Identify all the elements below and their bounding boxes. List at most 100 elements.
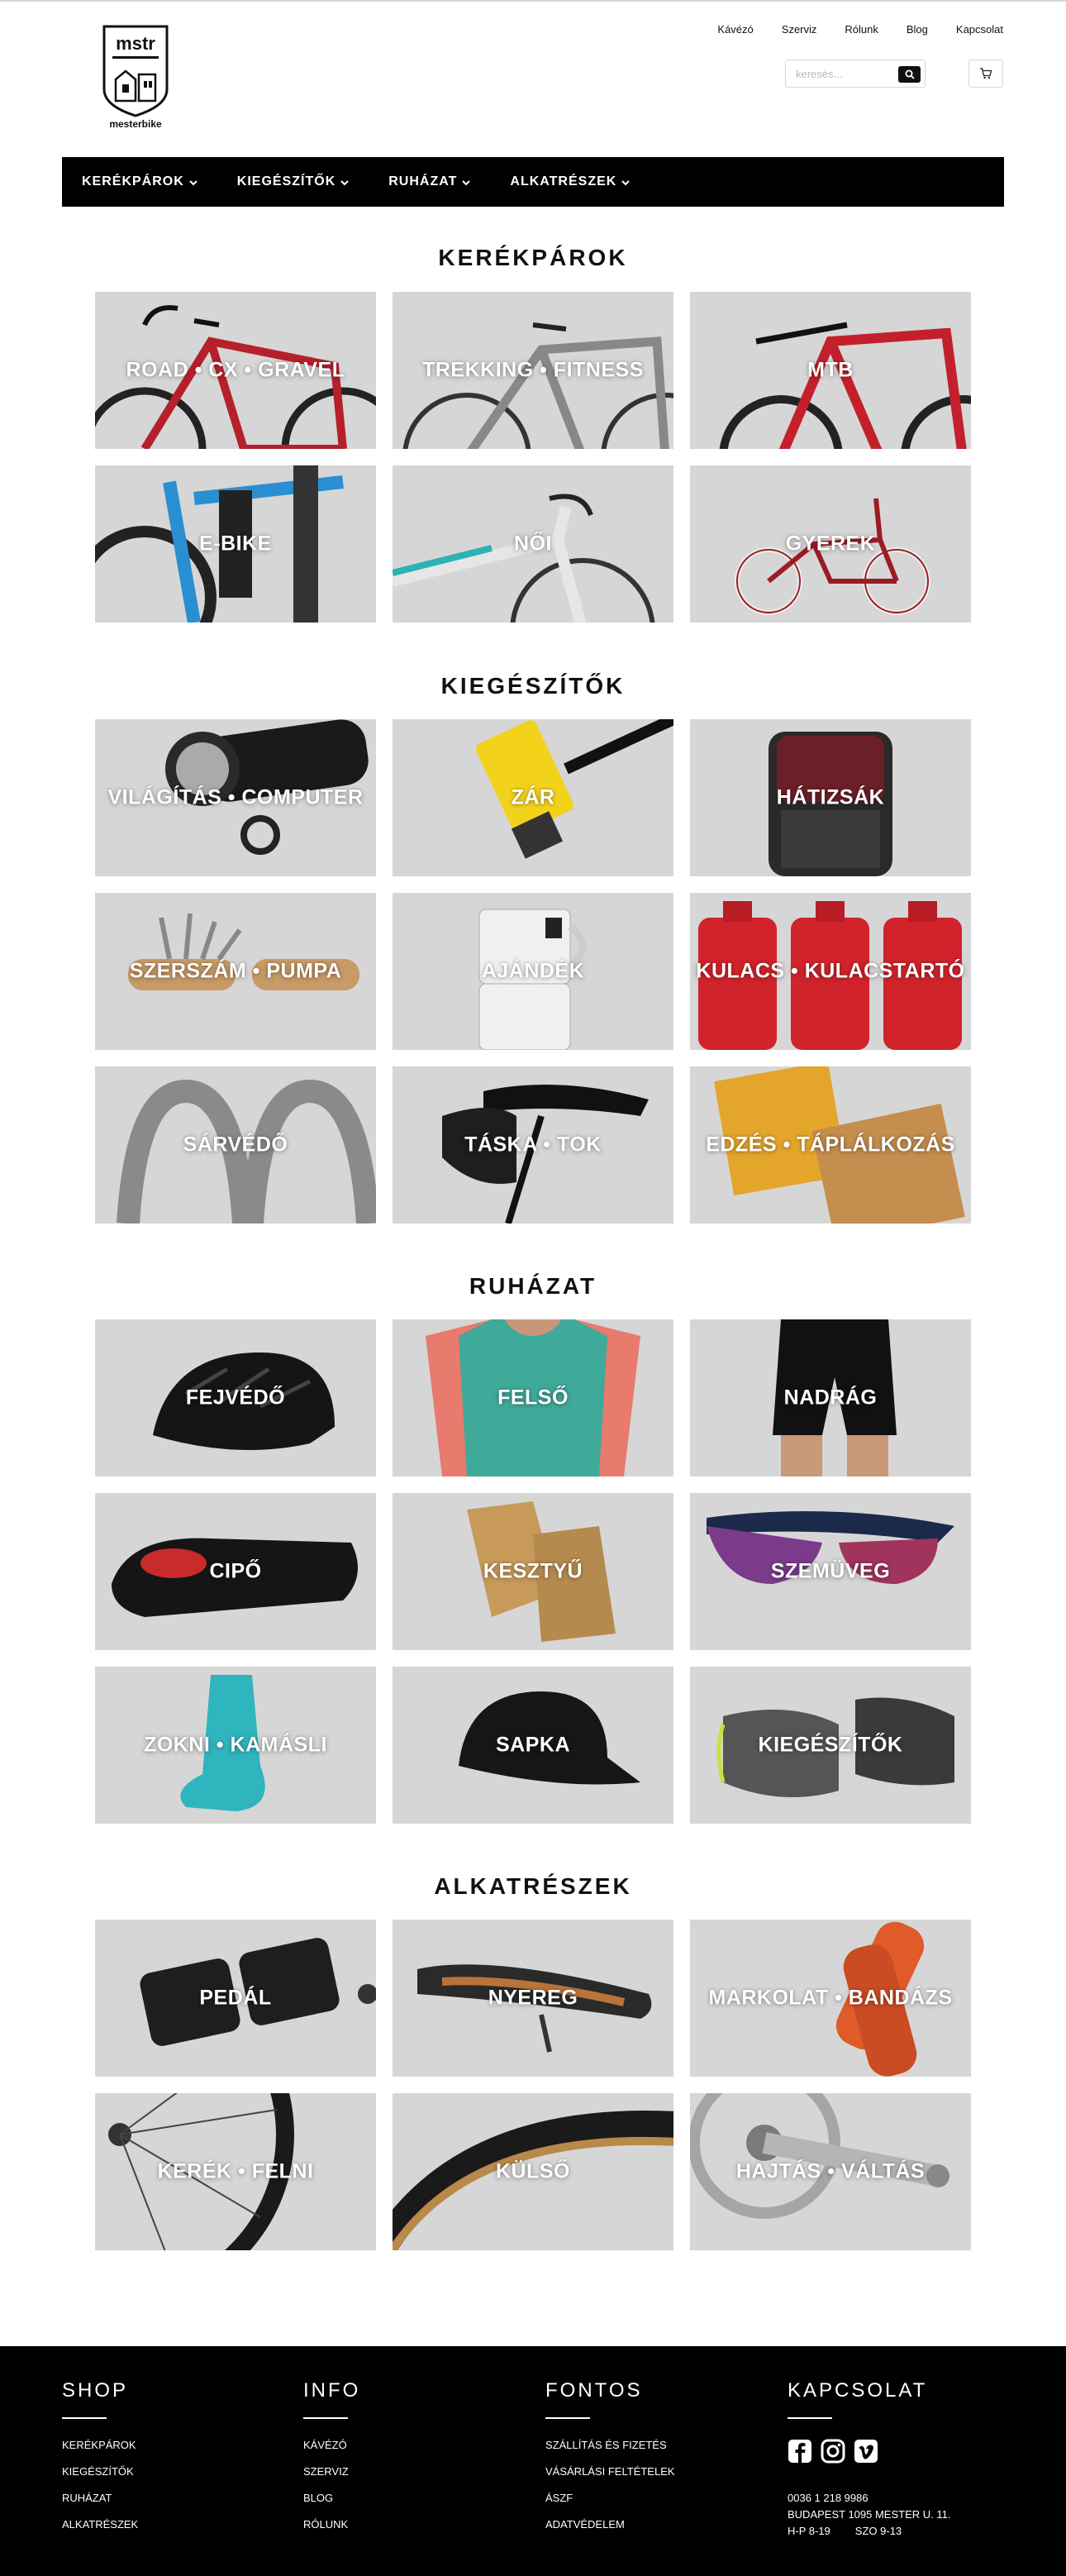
footer-link[interactable]: SZÁLLÍTÁS ÉS FIZETÉS [545,2439,760,2451]
category-tile-kiegeszitok-ruha[interactable]: KIEGÉSZÍTŐK [690,1667,971,1824]
category-tile-cipo[interactable]: CIPŐ [95,1493,376,1650]
category-grid-ruhazat: FEJVÉDŐ FELSŐ NADRÁG CIPŐ KESZTYŰ SZEMÜV… [95,1319,971,1824]
category-tile-noi[interactable]: NŐI [393,465,673,623]
category-tile-szemuveg[interactable]: SZEMÜVEG [690,1493,971,1650]
nav-item-kerekparok[interactable]: KERÉKPÁROK [82,174,197,189]
top-link-blog[interactable]: Blog [907,23,928,36]
tile-label: MARKOLAT • BANDÁZS [708,1986,953,2010]
category-tile-sarvedo[interactable]: SÁRVÉDŐ [95,1066,376,1224]
search-icon [905,69,915,79]
tile-label: ZOKNI • KAMÁSLI [144,1733,327,1757]
category-tile-kerek-felni[interactable]: KERÉK • FELNI [95,2093,376,2250]
category-tile-trekking-fitness[interactable]: TREKKING • FITNESS [393,292,673,449]
tile-label: AJÁNDÉK [481,959,585,983]
footer-link[interactable]: KERÉKPÁROK [62,2439,277,2451]
footer-link[interactable]: VÁSÁRLÁSI FELTÉTELEK [545,2465,760,2478]
category-tile-hajtas-valtas[interactable]: HAJTÁS • VÁLTÁS [690,2093,971,2250]
top-link-kapcsolat[interactable]: Kapcsolat [956,23,1003,36]
category-tile-taska-tok[interactable]: TÁSKA • TOK [393,1066,673,1224]
chevron-down-icon [340,179,349,185]
section-title-alkatreszek: ALKATRÉSZEK [434,1873,632,1899]
nav-item-kiegeszitok[interactable]: KIEGÉSZÍTŐK [237,174,349,189]
tile-label: KULACS • KULACSTARTÓ [696,959,965,983]
category-tile-hatizsak[interactable]: HÁTIZSÁK [690,719,971,876]
tile-label: HÁTIZSÁK [776,785,885,809]
top-link-rolunk[interactable]: Rólunk [845,23,878,36]
cart-button[interactable] [968,60,1003,88]
category-tile-kesztyu[interactable]: KESZTYŰ [393,1493,673,1650]
nav-item-label: RUHÁZAT [388,174,458,188]
contact-phone[interactable]: 0036 1 218 9986 [788,2490,1002,2507]
tile-label: KERÉK • FELNI [157,2159,314,2183]
footer-link[interactable]: RUHÁZAT [62,2492,277,2504]
tile-label: NADRÁG [783,1386,878,1410]
footer-link[interactable]: ALKATRÉSZEK [62,2518,277,2531]
footer-link[interactable]: SZERVIZ [303,2465,518,2478]
hours-weekday: H-P 8-19 [788,2525,830,2537]
footer-link[interactable]: ADATVÉDELEM [545,2518,760,2531]
footer-link[interactable]: KIEGÉSZÍTŐK [62,2465,277,2478]
tile-label: SAPKA [495,1733,570,1757]
top-link-szerviz[interactable]: Szerviz [782,23,817,36]
top-link-kavezo[interactable]: Kávézó [717,23,753,36]
social-links [788,2439,1002,2464]
section-title-ruhazat: RUHÁZAT [469,1273,597,1299]
category-grid-kiegeszitok: VILÁGÍTÁS • COMPUTER ZÁR HÁTIZSÁK SZERSZ… [95,719,971,1224]
category-tile-road-cx-gravel[interactable]: ROAD • CX • GRAVEL [95,292,376,449]
site-logo[interactable]: mstr mesterbike [101,25,170,132]
chevron-down-icon [462,179,471,185]
footer-col-kapcsolat: KAPCSOLAT 0036 1 218 9986 BUDAPEST 1095 … [788,2379,1002,2540]
footer-link[interactable]: RÓLUNK [303,2518,518,2531]
category-tile-vilagitas-computer[interactable]: VILÁGÍTÁS • COMPUTER [95,719,376,876]
nav-item-alkatreszek[interactable]: ALKATRÉSZEK [510,174,631,189]
footer-divider [545,2417,590,2419]
tile-label: SZERSZÁM • PUMPA [129,959,342,983]
nav-item-label: ALKATRÉSZEK [510,174,617,188]
category-tile-kulacs[interactable]: KULACS • KULACSTARTÓ [690,893,971,1050]
category-tile-felso[interactable]: FELSŐ [393,1319,673,1476]
tile-label: KIEGÉSZÍTŐK [758,1733,903,1757]
footer-heading: FONTOS [545,2379,643,2402]
category-tile-fejvedo[interactable]: FEJVÉDŐ [95,1319,376,1476]
instagram-icon[interactable] [821,2439,845,2464]
category-tile-sapka[interactable]: SAPKA [393,1667,673,1824]
tile-label: FEJVÉDŐ [185,1386,286,1410]
category-tile-nyereg[interactable]: NYEREG [393,1920,673,2077]
category-tile-e-bike[interactable]: E-BIKE [95,465,376,623]
category-tile-pedal[interactable]: PEDÁL [95,1920,376,2077]
category-tile-nadrag[interactable]: NADRÁG [690,1319,971,1476]
category-tile-zokni-kamasli[interactable]: ZOKNI • KAMÁSLI [95,1667,376,1824]
tile-label: HAJTÁS • VÁLTÁS [735,2159,926,2183]
category-tile-ajandek[interactable]: AJÁNDÉK [393,893,673,1050]
vimeo-icon[interactable] [854,2439,878,2464]
svg-text:mesterbike: mesterbike [109,118,162,130]
tile-label: ZÁR [511,785,555,809]
facebook-icon[interactable] [788,2439,812,2464]
category-tile-gyerek[interactable]: GYEREK [690,465,971,623]
footer-divider [788,2417,832,2419]
footer-link[interactable]: BLOG [303,2492,518,2504]
category-tile-edzes-taplalkozas[interactable]: EDZÉS • TÁPLÁLKOZÁS [690,1066,971,1224]
footer-link[interactable]: ÁSZF [545,2492,760,2504]
category-tile-mtb[interactable]: MTB [690,292,971,449]
footer-divider [62,2417,107,2419]
tile-label: MTB [807,358,854,382]
contact-address: BUDAPEST 1095 MESTER U. 11. [788,2508,951,2521]
main-nav: KERÉKPÁROK KIEGÉSZÍTŐK RUHÁZAT ALKATRÉSZ… [62,157,1004,207]
tile-label: FELSŐ [497,1386,569,1410]
nav-item-ruhazat[interactable]: RUHÁZAT [388,174,471,189]
category-tile-szerszam-pumpa[interactable]: SZERSZÁM • PUMPA [95,893,376,1050]
footer-heading: INFO [303,2379,361,2402]
footer-divider [303,2417,348,2419]
search-button[interactable] [898,66,921,83]
category-tile-kulso[interactable]: KÜLSŐ [393,2093,673,2250]
footer-heading: SHOP [62,2379,129,2402]
category-tile-zar[interactable]: ZÁR [393,719,673,876]
tile-label: NŐI [514,532,552,556]
nav-item-label: KIEGÉSZÍTŐK [236,174,336,188]
hours-saturday: SZO 9-13 [854,2525,902,2537]
tile-label: TREKKING • FITNESS [422,358,644,382]
footer-col-info: INFO KÁVÉZÓ SZERVIZ BLOG RÓLUNK [303,2379,518,2545]
category-tile-markolat-bandazs[interactable]: MARKOLAT • BANDÁZS [690,1920,971,2077]
footer-link[interactable]: KÁVÉZÓ [303,2439,518,2451]
